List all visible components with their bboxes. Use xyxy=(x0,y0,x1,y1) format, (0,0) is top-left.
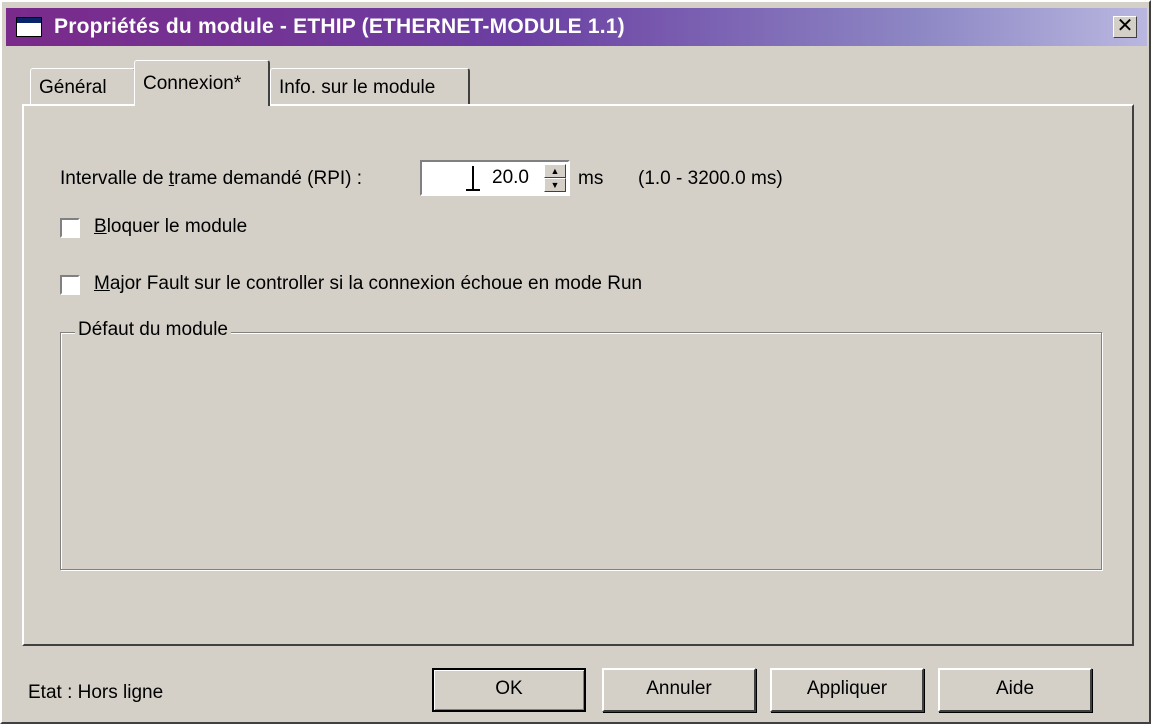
inhibit-module-label[interactable]: Bloquer le module xyxy=(94,216,247,238)
spin-up-icon[interactable]: ▲ xyxy=(544,164,566,178)
inhibit-module-checkbox[interactable] xyxy=(60,218,80,238)
rpi-unit: ms xyxy=(578,168,604,189)
window-icon xyxy=(16,17,42,37)
close-button[interactable]: ✕ xyxy=(1113,16,1137,38)
apply-button[interactable]: Appliquer xyxy=(770,668,924,712)
window-title: Propriétés du module - ETHIP (ETHERNET-M… xyxy=(54,15,625,38)
rpi-label: Intervalle de trame demandé (RPI) : xyxy=(60,168,363,189)
major-fault-label[interactable]: Major Fault sur le controller si la conn… xyxy=(94,273,642,295)
rpi-value: 20.0 xyxy=(492,167,529,188)
status-text: Etat : Hors ligne xyxy=(28,682,164,703)
help-button[interactable]: Aide xyxy=(938,668,1092,712)
rpi-range: (1.0 - 3200.0 ms) xyxy=(638,168,783,189)
module-properties-dialog: Propriétés du module - ETHIP (ETHERNET-M… xyxy=(0,0,1151,724)
cancel-button[interactable]: Annuler xyxy=(602,668,756,712)
module-fault-groupbox: Défaut du module xyxy=(60,319,1102,570)
tab-general[interactable]: Général xyxy=(30,68,136,106)
ok-button[interactable]: OK xyxy=(432,668,586,712)
major-fault-checkbox[interactable] xyxy=(60,275,80,295)
rpi-spinner[interactable]: ▲ ▼ xyxy=(544,164,566,192)
spin-down-icon[interactable]: ▼ xyxy=(544,178,566,192)
tab-module-info[interactable]: Info. sur le module xyxy=(270,68,470,106)
module-fault-group-label: Défaut du module xyxy=(75,319,231,341)
title-bar[interactable]: Propriétés du module - ETHIP (ETHERNET-M… xyxy=(6,8,1147,46)
text-cursor-icon xyxy=(466,166,480,191)
rpi-input[interactable]: 20.0 ▲ ▼ xyxy=(420,160,570,196)
tab-connexion[interactable]: Connexion* xyxy=(134,60,270,106)
